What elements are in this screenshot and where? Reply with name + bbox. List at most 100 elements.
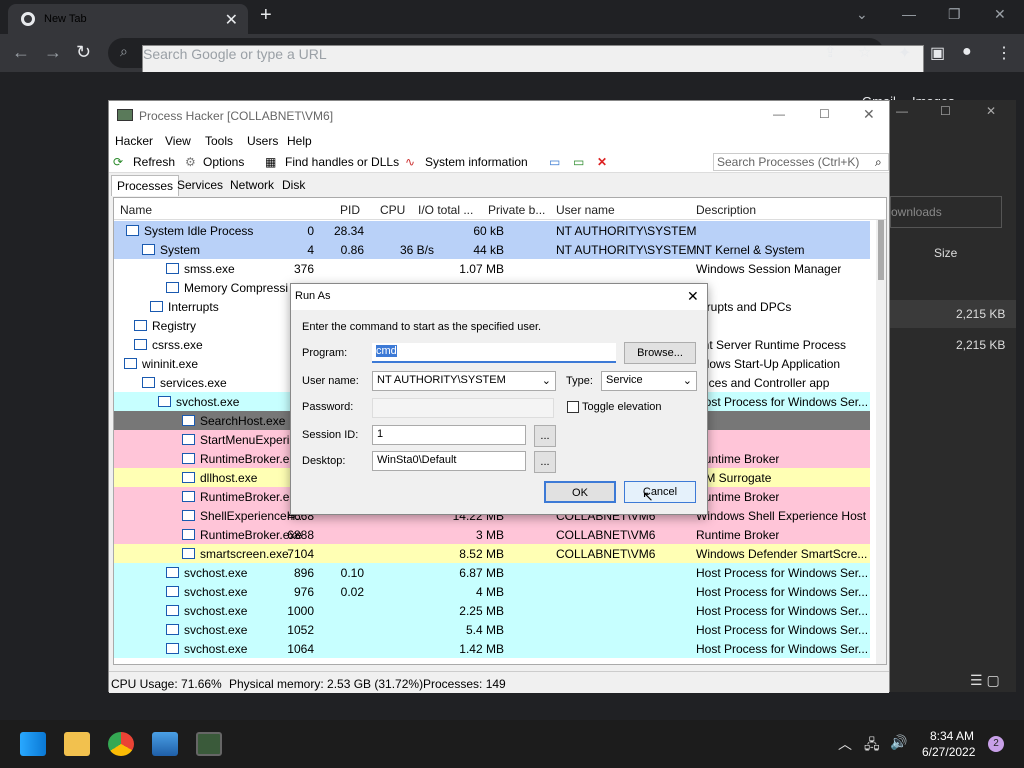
tab-services[interactable]: Services xyxy=(177,178,223,192)
toggle-elevation-checkbox[interactable] xyxy=(567,401,579,413)
back-icon[interactable]: ← xyxy=(12,42,30,63)
browser-tab[interactable]: New Tab ✕ xyxy=(8,4,248,34)
reload-icon[interactable]: ↻ xyxy=(76,42,91,63)
vertical-scrollbar[interactable] xyxy=(876,220,886,664)
bookmark-star-icon[interactable]: ☆ xyxy=(858,43,871,61)
chrome-taskbar-icon[interactable] xyxy=(108,732,134,756)
cell-desc: Windows Shell Experience Host xyxy=(696,509,867,523)
menu-icon[interactable]: ⋮ xyxy=(996,43,1012,63)
table-row[interactable]: svchost.exe 1000 2.25 MB Host Process for W… xyxy=(114,601,870,620)
cell-user: COLLABNET\VM6 xyxy=(556,528,656,542)
process-icon xyxy=(166,624,179,635)
notification-badge[interactable]: 2 xyxy=(988,736,1004,752)
cell-pid: 7104 xyxy=(287,547,314,561)
bg-close-icon[interactable]: ✕ xyxy=(986,104,996,118)
window-go-icon[interactable]: ▭ xyxy=(573,155,584,169)
refresh-button[interactable]: Refresh xyxy=(133,155,175,169)
table-row[interactable]: System 4 0.86 36 B/s 44 kB NT AUTHORITY\SYSTE… xyxy=(114,240,870,259)
profile-icon[interactable]: ● xyxy=(962,43,972,61)
col-pid[interactable]: PID xyxy=(340,203,360,217)
bg-minimize-icon[interactable]: — xyxy=(896,104,908,118)
col-description[interactable]: Description xyxy=(696,203,756,217)
network-icon[interactable]: 🖧 xyxy=(864,734,880,758)
col-cpu[interactable]: CPU xyxy=(380,203,405,217)
program-value: cmd xyxy=(376,345,397,357)
system-info-button[interactable]: System information xyxy=(425,155,528,169)
table-row[interactable]: svchost.exe 896 0.10 6.87 MB Host Process fo… xyxy=(114,563,870,582)
restore-icon[interactable]: ❐ xyxy=(948,6,961,23)
cell-name: svchost.exe xyxy=(184,585,248,599)
share-icon[interactable]: ⇪ xyxy=(824,43,837,61)
close-window-icon[interactable]: ✕ xyxy=(994,6,1006,23)
run-as-close-icon[interactable]: ✕ xyxy=(687,288,699,305)
chevron-down-icon: ⌄ xyxy=(682,375,692,387)
process-icon xyxy=(182,434,195,445)
process-icon xyxy=(182,510,195,521)
session-id-input[interactable]: 1 xyxy=(372,425,526,445)
table-row[interactable]: svchost.exe 1052 5.4 MB Host Process for Wi… xyxy=(114,620,870,639)
table-row[interactable]: smss.exe 376 1.07 MB Windows Session Manage… xyxy=(114,259,870,278)
file-explorer-icon[interactable] xyxy=(64,732,90,756)
search-magnifier-icon[interactable]: ⌕ xyxy=(875,155,882,170)
bg-search-downloads[interactable]: ownloads xyxy=(890,196,1002,228)
photos-icon[interactable] xyxy=(152,732,178,756)
close-tab-icon[interactable]: ✕ xyxy=(225,10,238,30)
menu-users[interactable]: Users xyxy=(247,134,278,148)
find-handles-button[interactable]: Find handles or DLLs xyxy=(285,155,399,169)
col-private-bytes[interactable]: Private b... xyxy=(488,203,545,217)
process-hacker-taskbar-icon[interactable] xyxy=(196,732,222,756)
browse-button[interactable]: Browse... xyxy=(624,342,696,364)
forward-icon[interactable]: → xyxy=(44,42,62,63)
program-input[interactable]: cmd xyxy=(372,343,616,363)
password-input[interactable] xyxy=(372,398,554,418)
clock-date[interactable]: 6/27/2022 xyxy=(922,745,975,759)
table-row[interactable]: smartscreen.exe 7104 8.52 MB COLLABNET\VM6 W… xyxy=(114,544,870,563)
start-icon[interactable] xyxy=(20,732,46,756)
table-row[interactable]: svchost.exe 1064 1.42 MB Host Process for W… xyxy=(114,639,870,658)
extensions-icon[interactable]: ✦ xyxy=(898,43,911,63)
bg-details-view-icon[interactable]: ☰ ▢ xyxy=(970,672,1000,689)
table-row[interactable]: svchost.exe 976 0.02 4 MB Host Process for W… xyxy=(114,582,870,601)
volume-icon[interactable]: 🔊 xyxy=(890,734,907,751)
ph-minimize-icon[interactable]: — xyxy=(773,107,785,121)
session-picker-button[interactable]: ... xyxy=(534,425,556,447)
chrome-icon xyxy=(21,12,35,26)
menu-hacker[interactable]: Hacker xyxy=(115,134,153,148)
type-select[interactable]: Service ⌄ xyxy=(601,371,697,391)
desktop-input[interactable]: WinSta0\Default xyxy=(372,451,526,471)
user-name-select[interactable]: NT AUTHORITY\SYSTEM ⌄ xyxy=(372,371,556,391)
process-icon xyxy=(166,643,179,654)
cell-name: wininit.exe xyxy=(142,357,199,371)
tab-processes[interactable]: Processes xyxy=(111,175,180,196)
bg-row-selected[interactable]: 2,215 KB xyxy=(890,300,1016,328)
chevron-up-icon[interactable]: ︿ xyxy=(838,734,852,754)
side-panel-icon[interactable]: ▣ xyxy=(930,43,945,63)
omnibox[interactable]: ⌕ Search Google or type a URL ⇪ ☆ xyxy=(108,38,924,637)
toggle-elevation-label[interactable]: Toggle elevation xyxy=(582,401,662,413)
new-tab-icon[interactable]: + xyxy=(260,4,272,27)
menu-tools[interactable]: Tools xyxy=(205,134,233,148)
tab-search-icon[interactable]: ⌄ xyxy=(856,6,868,23)
tab-network[interactable]: Network xyxy=(230,178,274,192)
table-row[interactable]: System Idle Process 0 28.34 60 kB NT AUTHORI… xyxy=(114,221,870,240)
clock-time[interactable]: 8:34 AM xyxy=(930,729,974,743)
scrollbar-thumb[interactable] xyxy=(878,220,884,280)
cancel-button[interactable]: Cancel xyxy=(624,481,696,503)
options-button[interactable]: Options xyxy=(203,155,244,169)
ph-maximize-icon[interactable]: ☐ xyxy=(819,107,830,121)
table-row[interactable]: RuntimeBroker.exe 6888 3 MB COLLABNET\VM6 Ru… xyxy=(114,525,870,544)
window-icon[interactable]: ▭ xyxy=(549,155,560,169)
col-name[interactable]: Name xyxy=(120,203,152,217)
menu-help[interactable]: Help xyxy=(287,134,312,148)
bg-restore-icon[interactable]: ☐ xyxy=(940,104,951,118)
menu-view[interactable]: View xyxy=(165,134,191,148)
ok-button[interactable]: OK xyxy=(544,481,616,503)
tab-disk[interactable]: Disk xyxy=(282,178,305,192)
process-search-input[interactable]: Search Processes (Ctrl+K) xyxy=(713,153,889,171)
desktop-picker-button[interactable]: ... xyxy=(534,451,556,473)
terminate-icon[interactable]: ✕ xyxy=(597,155,607,169)
col-io[interactable]: I/O total ... xyxy=(418,203,473,217)
minimize-icon[interactable]: — xyxy=(902,6,916,22)
ph-close-icon[interactable]: ✕ xyxy=(863,106,875,123)
col-user-name[interactable]: User name xyxy=(556,203,615,217)
